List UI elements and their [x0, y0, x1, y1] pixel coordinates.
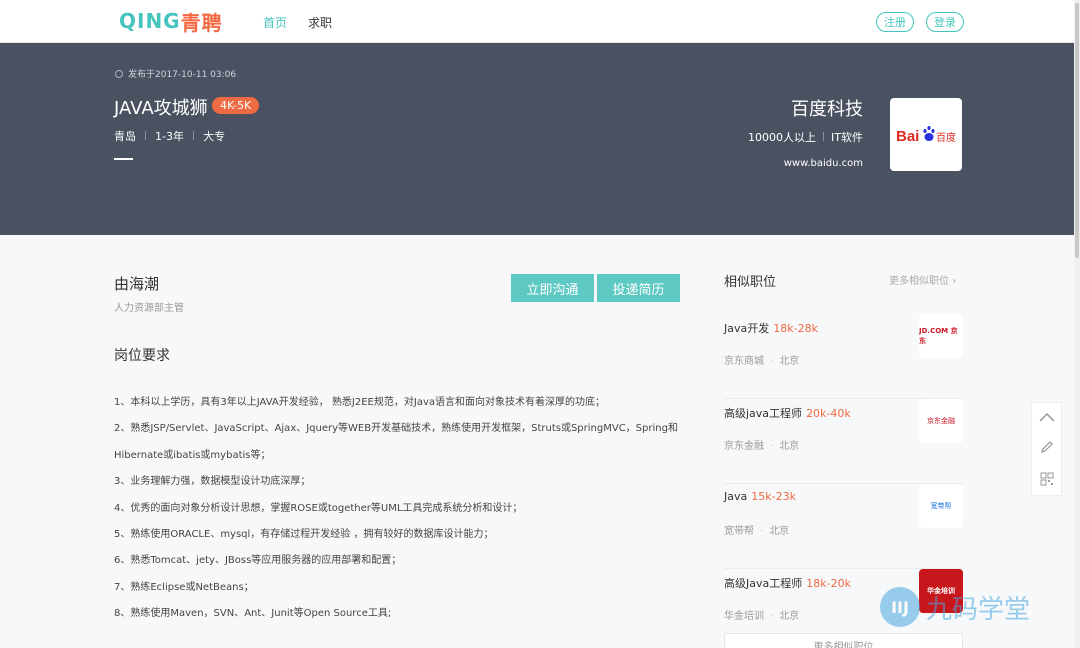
more-similar-bottom-button[interactable]: 更多相似职位	[724, 633, 963, 648]
similar-job-city: 北京	[779, 441, 800, 452]
login-button[interactable]: 登录	[926, 12, 964, 32]
chevron-right-icon: ›	[952, 276, 957, 287]
requirements-title: 岗位要求	[114, 348, 170, 364]
watermark-logo-icon: IIJ	[880, 587, 920, 627]
company-logo[interactable]: Bai 百度	[890, 98, 962, 171]
similar-job-city: 北京	[779, 356, 800, 367]
site-logo[interactable]: QING 青聘	[119, 9, 223, 35]
pencil-icon[interactable]	[1040, 440, 1054, 454]
company-name[interactable]: 百度科技	[791, 95, 863, 121]
publish-time-text: 发布于2017-10-11 03:06	[128, 70, 237, 80]
similar-job-salary: 18k-20k	[806, 577, 851, 590]
title-underline	[114, 158, 133, 160]
requirement-item: 8、熟练使用Maven，SVN、Ant、Junit等Open Source工具;	[114, 608, 392, 620]
requirement-item: 7、熟练Eclipse或NetBeans；	[114, 581, 254, 593]
job-city: 青岛	[114, 130, 136, 143]
baidu-logo-icon: Bai 百度	[896, 125, 956, 145]
job-header: 发布于2017-10-11 03:06 JAVA攻城狮 4K-5K 青岛 | 1…	[0, 43, 1078, 235]
register-button[interactable]: 注册	[876, 12, 914, 32]
logo-text-latin: QING	[119, 9, 181, 33]
similar-job-company: 京东商城	[724, 356, 764, 367]
similar-job-salary: 18k-28k	[773, 322, 818, 335]
similar-job-salary: 20k-40k	[806, 407, 851, 420]
back-to-top-icon[interactable]	[1038, 412, 1055, 422]
similar-job-title: 高级Java工程师	[724, 577, 803, 590]
similar-job-salary: 15k-23k	[751, 490, 796, 503]
similar-job-title: Java	[724, 490, 748, 503]
logo-text-cn: 青聘	[180, 10, 223, 35]
more-similar-text: 更多相似职位	[889, 276, 949, 287]
requirements-list: 1、本科以上学历，具有3年以上JAVA开发经验， 熟悉J2EE规范，对Java语…	[114, 390, 680, 628]
svg-text:Bai: Bai	[896, 128, 919, 145]
requirement-item: 6、熟悉Tomcat、jety、JBoss等应用服务器的应用部署和配置；	[114, 555, 402, 567]
requirement-item: 2、熟悉JSP/Servlet、JavaScript、Ajax、Jquery等W…	[114, 423, 678, 435]
similar-job-card[interactable]: Java 15k-23k 宽带帮 · 北京 宽带帮	[724, 484, 963, 569]
similar-job-company: 华金培训	[724, 611, 764, 622]
main-content: 由海潮 人力资源部主管 立即沟通 投递简历 岗位要求 1、本科以上学历，具有3年…	[0, 235, 700, 648]
job-title: JAVA攻城狮	[114, 98, 208, 119]
similar-job-logo: 京东金融	[919, 399, 963, 443]
nav-home[interactable]: 首页	[263, 14, 287, 31]
similar-job-title: Java开发	[724, 322, 770, 335]
qr-code-icon[interactable]	[1040, 472, 1054, 486]
similar-job-city: 北京	[779, 611, 800, 622]
company-meta: 10000人以上 | IT软件	[747, 131, 863, 144]
job-experience: 1-3年	[155, 130, 185, 143]
svg-text:百度: 百度	[936, 131, 956, 144]
similar-job-company: 宽带帮	[724, 526, 754, 537]
similar-job-logo: 宽带帮	[919, 484, 963, 528]
similar-job-card[interactable]: Java开发 18k-28k 京东商城 · 北京 JD.COM 京东	[724, 314, 963, 399]
requirement-item: 4、优秀的面向对象分析设计思想，掌握ROSE或together等UML工具完成系…	[114, 502, 523, 514]
recruiter-name: 由海潮	[114, 275, 160, 293]
similar-job-company: 京东金融	[724, 441, 764, 452]
more-similar-link[interactable]: 更多相似职位 ›	[889, 272, 956, 287]
watermark-text: 九码学堂	[926, 594, 1031, 625]
scrollbar-thumb[interactable]	[1075, 3, 1079, 258]
job-education: 大专	[203, 130, 226, 143]
chat-now-button[interactable]: 立即沟通	[511, 274, 594, 302]
clock-icon	[115, 69, 123, 78]
publish-time: 发布于2017-10-11 03:06	[115, 67, 236, 80]
requirement-item: 3、业务理解力强，数据模型设计功底深厚；	[114, 476, 311, 488]
floating-toolbar	[1031, 402, 1062, 496]
similar-job-title: 高级java工程师	[724, 407, 803, 420]
apply-button[interactable]: 投递简历	[597, 274, 680, 302]
watermark: IIJ 九码学堂	[880, 587, 1030, 627]
company-industry: IT软件	[831, 131, 863, 144]
similar-job-card[interactable]: 高级java工程师 20k-40k 京东金融 · 北京 京东金融	[724, 399, 963, 484]
company-website[interactable]: www.baidu.com	[784, 158, 863, 169]
similar-job-logo: JD.COM 京东	[919, 314, 963, 358]
job-meta: 青岛 | 1-3年 | 大专	[114, 130, 226, 143]
requirement-item: Hibernate或ibatis或mybatis等；	[114, 449, 271, 461]
requirement-item: 5、熟练使用ORACLE、mysql，有存储过程开发经验 ，拥有较好的数据库设计…	[114, 529, 494, 541]
top-nav: QING 青聘 首页 求职 注册 登录	[0, 0, 1080, 43]
requirement-item: 1、本科以上学历，具有3年以上JAVA开发经验， 熟悉J2EE规范，对Java语…	[114, 397, 605, 408]
recruiter-role: 人力资源部主管	[114, 303, 184, 314]
page-scrollbar[interactable]	[1074, 0, 1080, 648]
company-size: 10000人以上	[747, 131, 816, 144]
salary-badge: 4K-5K	[212, 97, 260, 114]
similar-job-city: 北京	[769, 526, 790, 537]
nav-jobs[interactable]: 求职	[308, 14, 332, 31]
similar-jobs-title: 相似职位	[724, 275, 777, 290]
